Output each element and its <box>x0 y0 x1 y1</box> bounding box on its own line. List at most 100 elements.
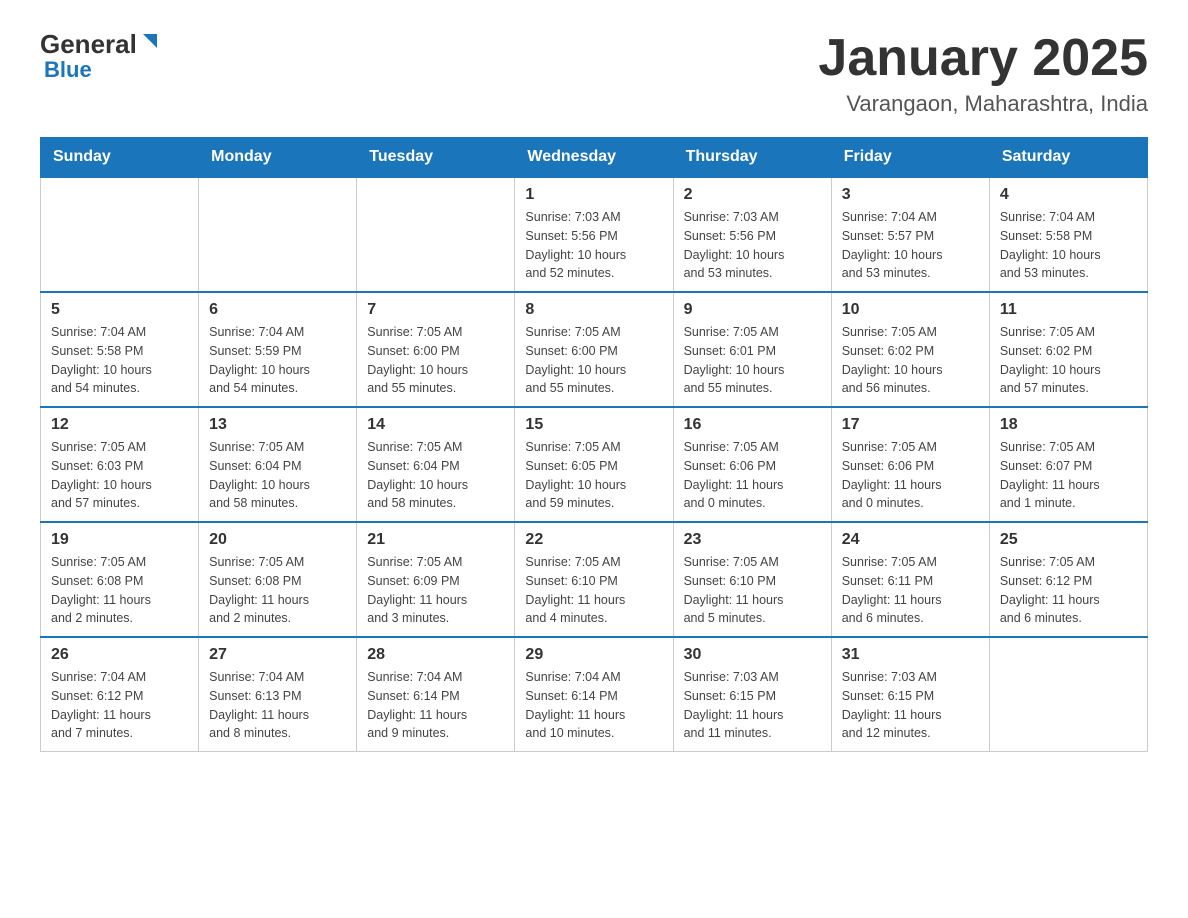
day-info: Sunrise: 7:05 AM Sunset: 6:10 PM Dayligh… <box>684 553 821 628</box>
calendar-cell: 18Sunrise: 7:05 AM Sunset: 6:07 PM Dayli… <box>989 407 1147 522</box>
day-info: Sunrise: 7:05 AM Sunset: 6:03 PM Dayligh… <box>51 438 188 513</box>
calendar-cell: 14 Sunrise: 7:05 AM Sunset: 6:04 PM Dayli… <box>357 407 515 522</box>
calendar-cell: 28Sunrise: 7:04 AM Sunset: 6:14 PM Dayli… <box>357 637 515 752</box>
calendar-header-friday: Friday <box>831 138 989 178</box>
calendar-cell: 6 Sunrise: 7:04 AM Sunset: 5:59 PM Daylig… <box>199 292 357 407</box>
logo-triangle-icon <box>139 30 161 52</box>
calendar-cell: 23 Sunrise: 7:05 AM Sunset: 6:10 PM Dayli… <box>673 522 831 637</box>
week-row-2: 5 Sunrise: 7:04 AM Sunset: 5:58 PM Daylig… <box>41 292 1148 407</box>
day-number: 4 <box>1000 186 1137 204</box>
calendar-cell: 29Sunrise: 7:04 AM Sunset: 6:14 PM Dayli… <box>515 637 673 752</box>
calendar-cell: 16Sunrise: 7:05 AM Sunset: 6:06 PM Dayli… <box>673 407 831 522</box>
calendar-cell: 2 Sunrise: 7:03 AM Sunset: 5:56 PM Daylig… <box>673 177 831 292</box>
day-number: 7 <box>367 301 504 319</box>
day-info: Sunrise: 7:03 AM Sunset: 6:15 PM Dayligh… <box>842 668 979 743</box>
day-info: Sunrise: 7:05 AM Sunset: 6:08 PM Dayligh… <box>209 553 346 628</box>
calendar-cell: 21Sunrise: 7:05 AM Sunset: 6:09 PM Dayli… <box>357 522 515 637</box>
calendar-cell: 22Sunrise: 7:05 AM Sunset: 6:10 PM Dayli… <box>515 522 673 637</box>
day-number: 12 <box>51 416 188 434</box>
day-number: 2 <box>684 186 821 204</box>
calendar-cell: 10 Sunrise: 7:05 AM Sunset: 6:02 PM Dayli… <box>831 292 989 407</box>
day-info: Sunrise: 7:03 AM Sunset: 6:15 PM Dayligh… <box>684 668 821 743</box>
day-info: Sunrise: 7:05 AM Sunset: 6:02 PM Dayligh… <box>1000 323 1137 398</box>
day-number: 10 <box>842 301 979 319</box>
day-number: 5 <box>51 301 188 319</box>
day-info: Sunrise: 7:04 AM Sunset: 5:58 PM Dayligh… <box>51 323 188 398</box>
calendar-cell: 25 Sunrise: 7:05 AM Sunset: 6:12 PM Dayli… <box>989 522 1147 637</box>
day-info: Sunrise: 7:05 AM Sunset: 6:11 PM Dayligh… <box>842 553 979 628</box>
day-info: Sunrise: 7:03 AM Sunset: 5:56 PM Dayligh… <box>684 208 821 283</box>
calendar-cell: 27Sunrise: 7:04 AM Sunset: 6:13 PM Dayli… <box>199 637 357 752</box>
logo-blue: Blue <box>40 57 92 83</box>
calendar-cell <box>41 177 199 292</box>
day-number: 8 <box>525 301 662 319</box>
day-info: Sunrise: 7:04 AM Sunset: 5:59 PM Dayligh… <box>209 323 346 398</box>
calendar-cell: 24Sunrise: 7:05 AM Sunset: 6:11 PM Dayli… <box>831 522 989 637</box>
calendar-table: SundayMondayTuesdayWednesdayThursdayFrid… <box>40 137 1148 752</box>
calendar-cell: 19 Sunrise: 7:05 AM Sunset: 6:08 PM Dayli… <box>41 522 199 637</box>
calendar-cell: 4 Sunrise: 7:04 AM Sunset: 5:58 PM Daylig… <box>989 177 1147 292</box>
calendar-header-monday: Monday <box>199 138 357 178</box>
calendar-cell: 31Sunrise: 7:03 AM Sunset: 6:15 PM Dayli… <box>831 637 989 752</box>
logo: General Blue <box>40 30 161 83</box>
day-number: 14 <box>367 416 504 434</box>
day-number: 20 <box>209 531 346 549</box>
day-number: 11 <box>1000 301 1137 319</box>
calendar-cell: 9 Sunrise: 7:05 AM Sunset: 6:01 PM Daylig… <box>673 292 831 407</box>
calendar-cell <box>199 177 357 292</box>
day-info: Sunrise: 7:04 AM Sunset: 5:58 PM Dayligh… <box>1000 208 1137 283</box>
calendar-cell: 12 Sunrise: 7:05 AM Sunset: 6:03 PM Dayli… <box>41 407 199 522</box>
day-info: Sunrise: 7:05 AM Sunset: 6:06 PM Dayligh… <box>842 438 979 513</box>
day-number: 29 <box>525 646 662 664</box>
day-info: Sunrise: 7:05 AM Sunset: 6:04 PM Dayligh… <box>367 438 504 513</box>
day-number: 6 <box>209 301 346 319</box>
day-number: 22 <box>525 531 662 549</box>
week-row-1: 1Sunrise: 7:03 AM Sunset: 5:56 PM Daylig… <box>41 177 1148 292</box>
calendar-header-wednesday: Wednesday <box>515 138 673 178</box>
week-row-5: 26 Sunrise: 7:04 AM Sunset: 6:12 PM Dayli… <box>41 637 1148 752</box>
day-number: 30 <box>684 646 821 664</box>
logo-general: General <box>40 31 137 57</box>
day-number: 9 <box>684 301 821 319</box>
day-info: Sunrise: 7:04 AM Sunset: 6:12 PM Dayligh… <box>51 668 188 743</box>
week-row-3: 12 Sunrise: 7:05 AM Sunset: 6:03 PM Dayli… <box>41 407 1148 522</box>
calendar-cell <box>989 637 1147 752</box>
day-number: 26 <box>51 646 188 664</box>
day-info: Sunrise: 7:04 AM Sunset: 6:13 PM Dayligh… <box>209 668 346 743</box>
calendar-cell: 15Sunrise: 7:05 AM Sunset: 6:05 PM Dayli… <box>515 407 673 522</box>
location: Varangaon, Maharashtra, India <box>818 91 1148 117</box>
day-info: Sunrise: 7:05 AM Sunset: 6:00 PM Dayligh… <box>525 323 662 398</box>
calendar-cell: 20 Sunrise: 7:05 AM Sunset: 6:08 PM Dayli… <box>199 522 357 637</box>
calendar-cell <box>357 177 515 292</box>
day-info: Sunrise: 7:03 AM Sunset: 5:56 PM Dayligh… <box>525 208 662 283</box>
day-info: Sunrise: 7:05 AM Sunset: 6:05 PM Dayligh… <box>525 438 662 513</box>
day-info: Sunrise: 7:05 AM Sunset: 6:04 PM Dayligh… <box>209 438 346 513</box>
day-info: Sunrise: 7:05 AM Sunset: 6:01 PM Dayligh… <box>684 323 821 398</box>
calendar-header-thursday: Thursday <box>673 138 831 178</box>
day-info: Sunrise: 7:05 AM Sunset: 6:12 PM Dayligh… <box>1000 553 1137 628</box>
day-info: Sunrise: 7:04 AM Sunset: 6:14 PM Dayligh… <box>367 668 504 743</box>
calendar-cell: 5 Sunrise: 7:04 AM Sunset: 5:58 PM Daylig… <box>41 292 199 407</box>
calendar-cell: 30 Sunrise: 7:03 AM Sunset: 6:15 PM Dayli… <box>673 637 831 752</box>
day-info: Sunrise: 7:05 AM Sunset: 6:06 PM Dayligh… <box>684 438 821 513</box>
calendar-cell: 8 Sunrise: 7:05 AM Sunset: 6:00 PM Daylig… <box>515 292 673 407</box>
calendar-cell: 3Sunrise: 7:04 AM Sunset: 5:57 PM Daylig… <box>831 177 989 292</box>
calendar-cell: 17 Sunrise: 7:05 AM Sunset: 6:06 PM Dayli… <box>831 407 989 522</box>
calendar-cell: 7 Sunrise: 7:05 AM Sunset: 6:00 PM Daylig… <box>357 292 515 407</box>
day-number: 25 <box>1000 531 1137 549</box>
month-title: January 2025 <box>818 30 1148 87</box>
calendar-cell: 26 Sunrise: 7:04 AM Sunset: 6:12 PM Dayli… <box>41 637 199 752</box>
day-info: Sunrise: 7:04 AM Sunset: 5:57 PM Dayligh… <box>842 208 979 283</box>
day-info: Sunrise: 7:05 AM Sunset: 6:00 PM Dayligh… <box>367 323 504 398</box>
day-number: 17 <box>842 416 979 434</box>
day-number: 19 <box>51 531 188 549</box>
calendar-header-row: SundayMondayTuesdayWednesdayThursdayFrid… <box>41 138 1148 178</box>
page-header: General Blue January 2025 Varangaon, Mah… <box>40 30 1148 117</box>
day-number: 23 <box>684 531 821 549</box>
calendar-cell: 13Sunrise: 7:05 AM Sunset: 6:04 PM Dayli… <box>199 407 357 522</box>
calendar-cell: 11 Sunrise: 7:05 AM Sunset: 6:02 PM Dayli… <box>989 292 1147 407</box>
day-info: Sunrise: 7:05 AM Sunset: 6:09 PM Dayligh… <box>367 553 504 628</box>
day-info: Sunrise: 7:05 AM Sunset: 6:08 PM Dayligh… <box>51 553 188 628</box>
calendar-header-tuesday: Tuesday <box>357 138 515 178</box>
day-info: Sunrise: 7:05 AM Sunset: 6:02 PM Dayligh… <box>842 323 979 398</box>
